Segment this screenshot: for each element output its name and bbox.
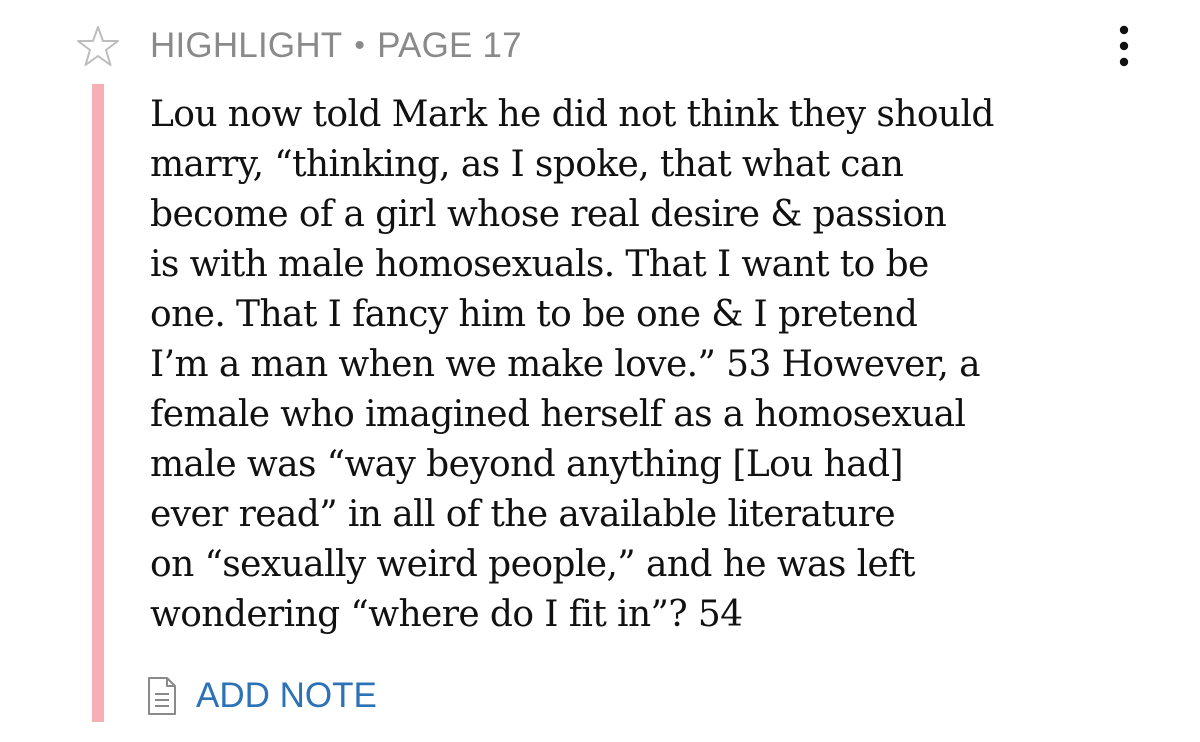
add-note-label: ADD NOTE xyxy=(196,676,377,715)
highlight-text-line: is with male homosexuals. That I want to… xyxy=(150,244,929,285)
highlight-color-bar xyxy=(92,84,104,722)
more-vertical-icon[interactable] xyxy=(1104,22,1144,70)
star-icon[interactable] xyxy=(76,24,120,68)
highlight-text-line: female who imagined herself as a homosex… xyxy=(150,394,966,435)
highlight-text-line: male was “way beyond anything [Lou had] xyxy=(150,444,904,485)
highlight-text-line: Lou now told Mark he did not think they … xyxy=(150,94,994,135)
highlight-text-line: I’m a man when we make love.” 53 However… xyxy=(150,344,981,385)
header-separator: • xyxy=(354,29,366,62)
add-note-button[interactable]: ADD NOTE xyxy=(146,672,377,720)
highlight-type-label: HIGHLIGHT xyxy=(150,26,343,65)
highlight-text-line: wondering “where do I fit in”? 54 xyxy=(150,594,743,635)
highlight-text-line: ever read” in all of the available liter… xyxy=(150,494,896,535)
highlight-text-line: marry, “thinking, as I spoke, that what … xyxy=(150,144,904,185)
note-document-icon xyxy=(148,677,176,715)
highlight-text-line: on “sexually weird people,” and he was l… xyxy=(150,544,915,585)
highlight-header: HIGHLIGHT • PAGE 17 xyxy=(150,24,522,68)
page-label: PAGE 17 xyxy=(377,26,522,65)
highlight-text-line: become of a girl whose real desire & pas… xyxy=(150,194,947,235)
highlight-text-line: one. That I fancy him to be one & I pret… xyxy=(150,294,918,335)
highlight-text[interactable]: Lou now told Mark he did not think they … xyxy=(150,90,1150,640)
